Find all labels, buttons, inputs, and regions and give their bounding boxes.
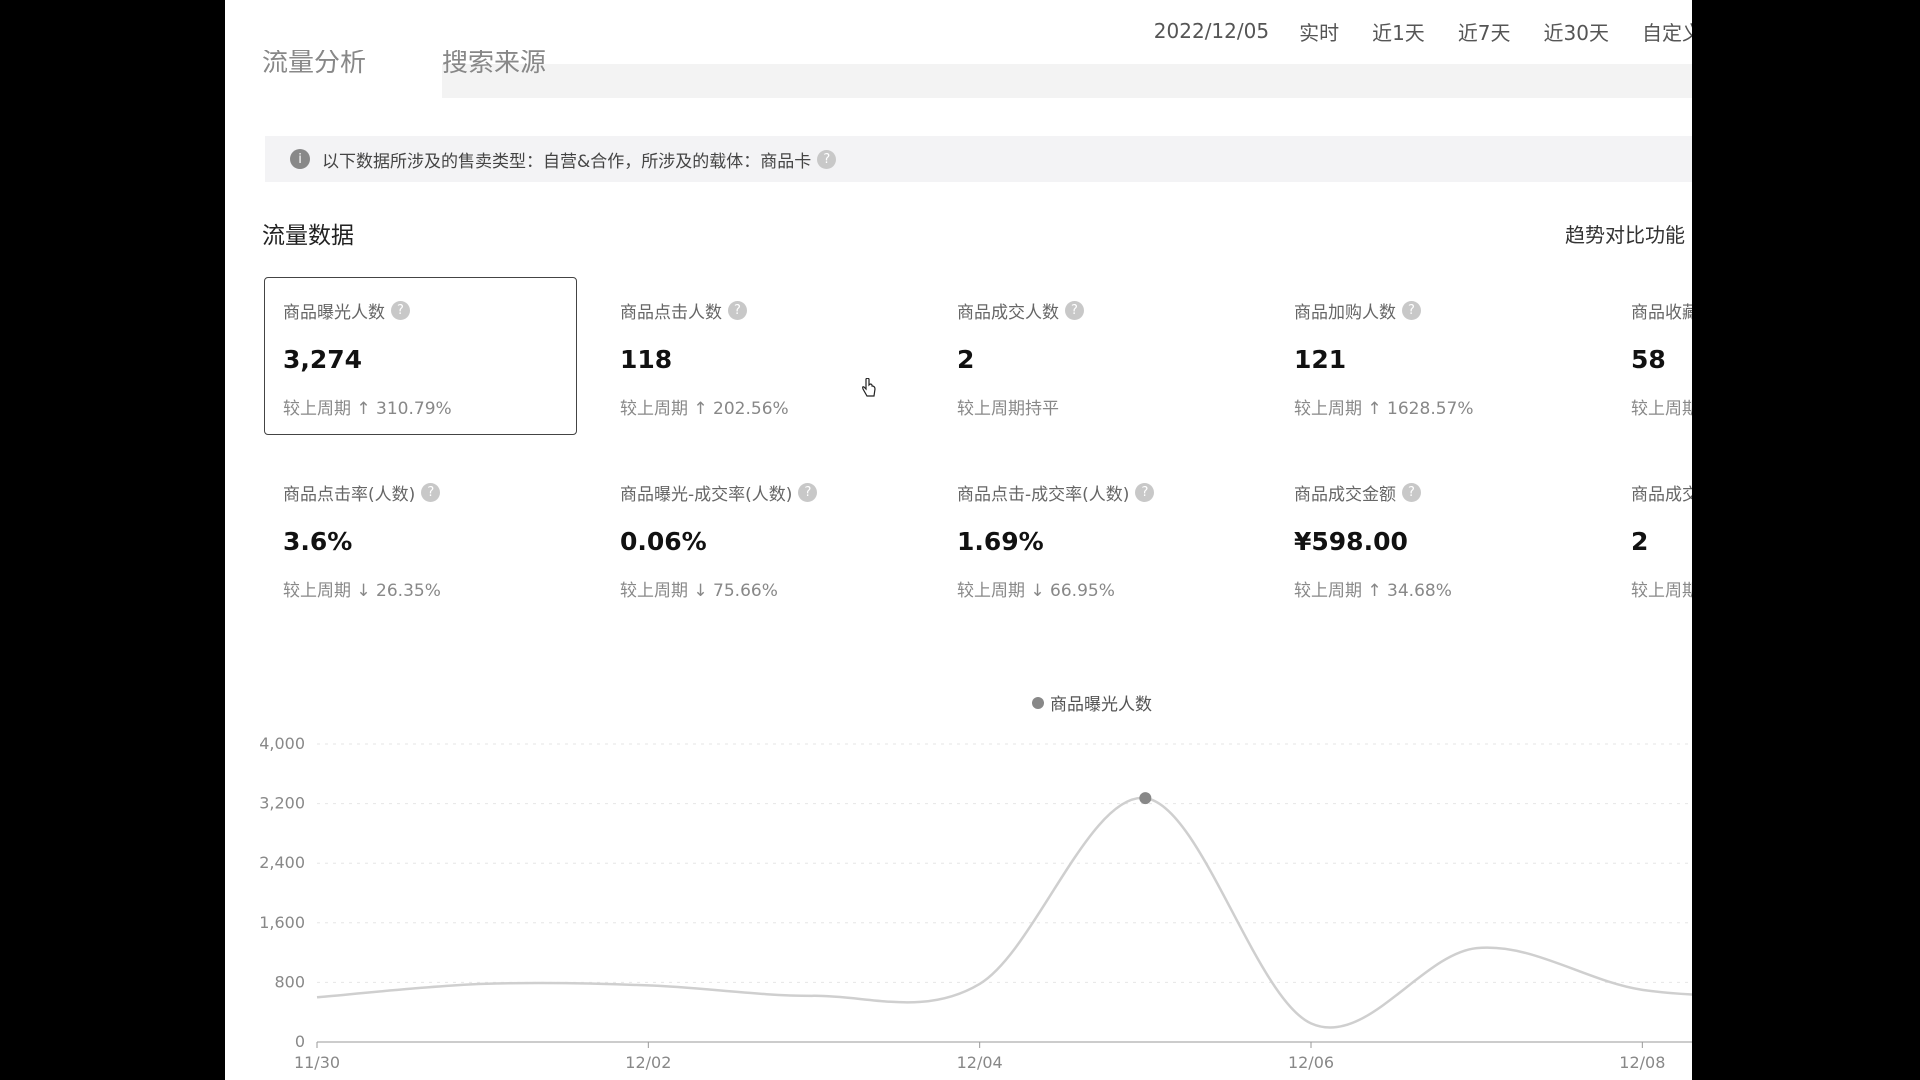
metric-value: 58: [1631, 345, 1666, 374]
metric-change: 较上周期持平: [957, 399, 1059, 419]
x-tick-label: 12/08: [1619, 1053, 1665, 1072]
help-icon[interactable]: ?: [421, 483, 441, 502]
metric-value: 3,274: [283, 345, 363, 374]
help-icon[interactable]: ?: [728, 301, 747, 320]
metric-card[interactable]: 商品曝光-成交率(人数)? 0.06% 较上周期 ↓ 75.66%: [601, 459, 914, 617]
metric-card[interactable]: 商品加购人数? 121 较上周期 ↑ 1628.57%: [1275, 277, 1588, 435]
y-tick-label: 4,000: [259, 734, 305, 753]
help-icon[interactable]: ?: [1135, 483, 1155, 502]
metric-change: 较上周期 ↓ 75.66%: [620, 581, 778, 601]
metric-value: 1.69%: [957, 527, 1044, 556]
tab-search-background: [442, 64, 1692, 98]
metric-card[interactable]: 商品点击人数? 118 较上周期 ↑ 202.56%: [601, 277, 914, 435]
metric-cards: 商品曝光人数? 3,274 较上周期 ↑ 310.79% 商品点击人数? 118…: [264, 277, 1692, 617]
metric-label: 商品成交人数?: [957, 298, 1232, 323]
help-icon[interactable]: ?: [1065, 301, 1084, 320]
viewport: 2022/12/05 实时 近1天 近7天 近30天 自定义 流量分析 搜索来源…: [0, 0, 1920, 1080]
metric-change: 较上周期: [1631, 581, 1692, 601]
y-tick-label: 800: [274, 972, 305, 991]
metric-label: 商品成交金额?: [1294, 480, 1569, 505]
metric-label: 商品点击率(人数)?: [283, 480, 558, 505]
help-icon[interactable]: ?: [798, 483, 818, 502]
metric-card[interactable]: 商品曝光人数? 3,274 较上周期 ↑ 310.79%: [264, 277, 577, 435]
main-page: 2022/12/05 实时 近1天 近7天 近30天 自定义 流量分析 搜索来源…: [225, 0, 1692, 1080]
trend-compare-link[interactable]: 趋势对比功能: [1565, 219, 1685, 248]
period-custom[interactable]: 自定义: [1642, 17, 1692, 46]
date-display: 2022/12/05: [1153, 19, 1270, 43]
help-icon[interactable]: ?: [391, 301, 410, 320]
metric-card[interactable]: 商品成交 2 较上周期: [1612, 459, 1692, 617]
notice-text: 以下数据所涉及的售卖类型：自营&合作，所涉及的载体：商品卡: [322, 151, 812, 172]
x-tick-label: 12/04: [957, 1053, 1003, 1072]
metric-label: 商品成交: [1631, 485, 1692, 505]
period-1day[interactable]: 近1天: [1372, 17, 1425, 46]
period-30days[interactable]: 近30天: [1544, 17, 1609, 46]
legend-marker: [1032, 696, 1044, 709]
metric-label: 商品收藏: [1631, 303, 1692, 323]
help-icon[interactable]: ?: [1402, 483, 1421, 502]
metric-value: ¥598.00: [1294, 527, 1408, 556]
help-icon[interactable]: ?: [1402, 301, 1421, 320]
metric-value: 121: [1294, 345, 1347, 374]
chart-legend[interactable]: 商品曝光人数: [1032, 690, 1152, 715]
x-tick-label: 12/02: [625, 1053, 671, 1072]
tab-search-source[interactable]: 搜索来源: [442, 50, 546, 79]
data-point[interactable]: [1139, 792, 1152, 805]
metric-value: 0.06%: [620, 527, 707, 556]
metric-change: 较上周期: [1631, 399, 1692, 419]
metric-card[interactable]: 商品收藏 58 较上周期: [1612, 277, 1692, 435]
metric-change: 较上周期 ↑ 34.68%: [1294, 581, 1452, 601]
period-7days[interactable]: 近7天: [1458, 17, 1511, 46]
metric-change: 较上周期 ↑ 1628.57%: [1294, 399, 1474, 419]
legend-label: 商品曝光人数: [1050, 695, 1152, 715]
y-tick-label: 1,600: [259, 913, 305, 932]
metric-card[interactable]: 商品点击-成交率(人数)? 1.69% 较上周期 ↓ 66.95%: [938, 459, 1251, 617]
metric-value: 118: [620, 345, 673, 374]
x-tick-label: 12/06: [1288, 1053, 1334, 1072]
y-tick-label: 2,400: [259, 853, 305, 872]
hand-cursor-icon: [862, 378, 876, 397]
metric-card[interactable]: 商品成交人数? 2 较上周期持平: [938, 277, 1251, 435]
metric-label: 商品点击-成交率(人数)?: [957, 480, 1232, 505]
metric-label: 商品曝光人数?: [283, 298, 558, 323]
metric-change: 较上周期 ↓ 26.35%: [283, 581, 441, 601]
metric-change: 较上周期 ↑ 202.56%: [620, 399, 789, 419]
info-icon: i: [290, 149, 310, 169]
metric-label: 商品点击人数?: [620, 298, 895, 323]
metric-label: 商品加购人数?: [1294, 298, 1569, 323]
help-icon[interactable]: ?: [817, 149, 837, 169]
x-tick-label: 11/30: [294, 1053, 340, 1072]
metric-change: 较上周期 ↑ 310.79%: [283, 399, 452, 419]
series-line: [316, 796, 1692, 1029]
metric-value: 2: [957, 345, 975, 374]
y-tick-label: 0: [295, 1032, 305, 1051]
notice-bar: i 以下数据所涉及的售卖类型：自营&合作，所涉及的载体：商品卡 ?: [265, 136, 1692, 182]
metric-card[interactable]: 商品点击率(人数)? 3.6% 较上周期 ↓ 26.35%: [264, 459, 577, 617]
tab-bar: 流量分析 搜索来源: [262, 50, 1692, 98]
tab-traffic-analysis[interactable]: 流量分析: [262, 50, 366, 79]
metric-change: 较上周期 ↓ 66.95%: [957, 581, 1115, 601]
period-realtime[interactable]: 实时: [1299, 17, 1339, 46]
trend-chart: 商品曝光人数 0 800 1,600 2,400 3,200 4,000 11/30 12/0…: [225, 690, 1692, 1080]
metric-label: 商品曝光-成交率(人数)?: [620, 480, 895, 505]
y-tick-label: 3,200: [259, 794, 305, 813]
metric-value: 3.6%: [283, 527, 353, 556]
section-title: 流量数据: [262, 223, 354, 249]
metric-card[interactable]: 商品成交金额? ¥598.00 较上周期 ↑ 34.68%: [1275, 459, 1588, 617]
metric-value: 2: [1631, 527, 1649, 556]
chart-svg: 0 800 1,600 2,400 3,200 4,000 11/30 12/02 12/04 1…: [259, 734, 1692, 1072]
